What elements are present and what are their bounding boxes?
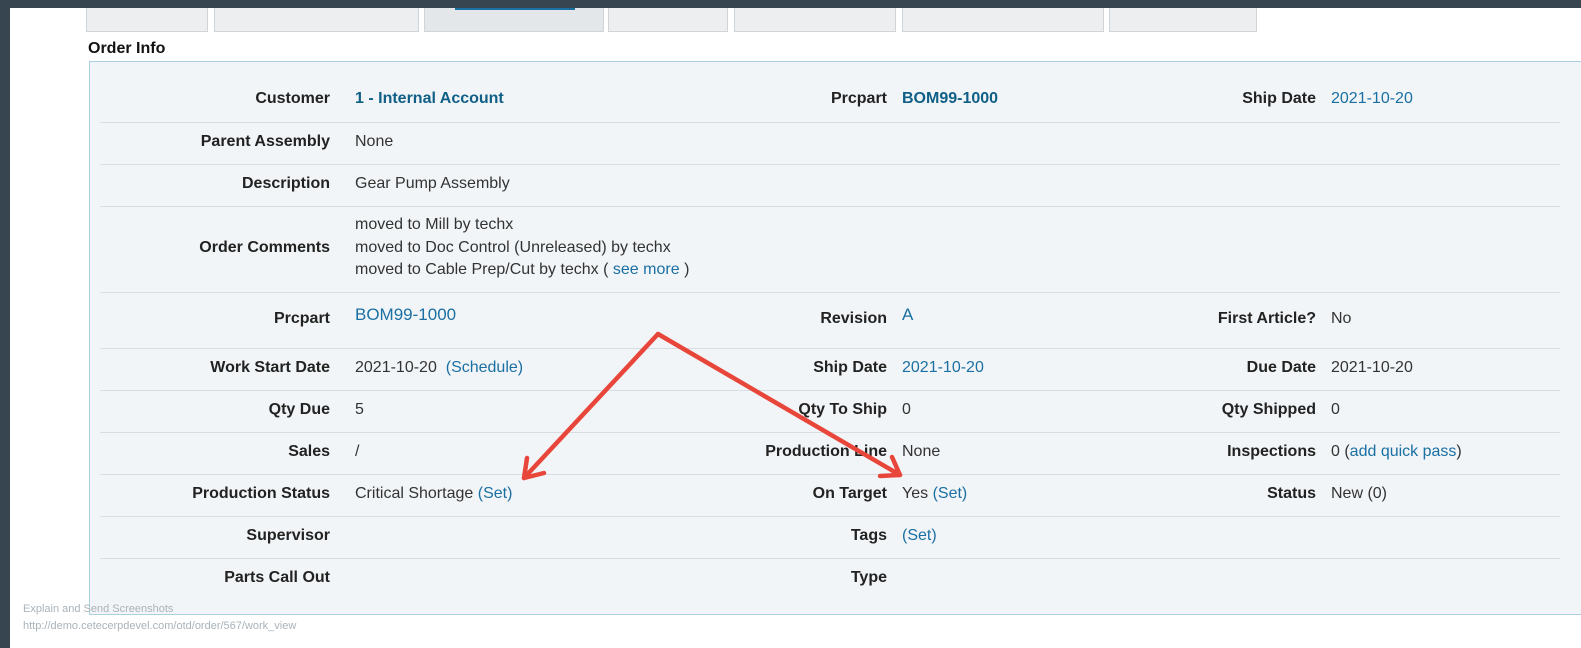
tab[interactable] bbox=[608, 8, 728, 32]
inspections-count: 0 ( bbox=[1331, 443, 1350, 460]
prcpart-link[interactable]: BOM99-1000 bbox=[355, 305, 456, 325]
comment-close-paren: ) bbox=[684, 261, 690, 278]
set-on-target-link[interactable]: (Set) bbox=[933, 485, 968, 502]
first-article-label: First Article? bbox=[1217, 310, 1316, 327]
tab[interactable] bbox=[902, 8, 1104, 32]
table-row: Work Start Date 2021-10-20 (Schedule) Sh… bbox=[100, 348, 1560, 391]
work-start-date-label: Work Start Date bbox=[210, 359, 330, 376]
tab[interactable] bbox=[214, 8, 419, 32]
table-row: Parent Assembly None bbox=[100, 122, 1560, 165]
tab-active[interactable] bbox=[424, 8, 604, 32]
ship-date-label: Ship Date bbox=[813, 359, 887, 376]
comment-line: moved to Mill by techx bbox=[355, 216, 514, 233]
set-tags-link[interactable]: (Set) bbox=[902, 527, 937, 545]
on-target-value: Yes (Set) bbox=[902, 485, 967, 503]
table-row: Prcpart BOM99-1000 Revision A First Arti… bbox=[100, 292, 1560, 349]
qty-due-value: 5 bbox=[355, 401, 364, 418]
prcpart-label: Prcpart bbox=[273, 310, 330, 327]
comment-line-text: moved to Cable Prep/Cut by techx ( bbox=[355, 261, 609, 278]
qty-shipped-value: 0 bbox=[1331, 401, 1340, 418]
comment-line: moved to Cable Prep/Cut by techx ( see m… bbox=[355, 259, 689, 282]
work-start-date-text: 2021-10-20 bbox=[355, 359, 437, 376]
production-status-label: Production Status bbox=[192, 485, 330, 502]
table-row: Customer 1 - Internal Account Prcpart BO… bbox=[100, 62, 1560, 123]
parent-assembly-label: Parent Assembly bbox=[200, 133, 330, 150]
qty-to-ship-label: Qty To Ship bbox=[798, 401, 887, 418]
section-title: Order Info bbox=[88, 40, 166, 57]
on-target-text: Yes bbox=[902, 485, 929, 502]
page: Order Info Customer 1 - Internal Account… bbox=[10, 8, 1581, 648]
revision-link[interactable]: A bbox=[902, 305, 913, 325]
inspections-value: 0 (add quick pass) bbox=[1331, 443, 1462, 461]
table-row: Supervisor Tags (Set) bbox=[100, 516, 1560, 559]
due-date-label: Due Date bbox=[1246, 359, 1316, 376]
tab[interactable] bbox=[86, 8, 208, 32]
table-row: Sales / Production Line None Inspections… bbox=[100, 432, 1560, 475]
table-row: Parts Call Out Type bbox=[100, 558, 1560, 600]
description-value: Gear Pump Assembly bbox=[355, 175, 510, 192]
revision-label: Revision bbox=[820, 310, 887, 327]
tab[interactable] bbox=[734, 8, 896, 32]
sales-label: Sales bbox=[288, 443, 330, 460]
prcpart-label: Prcpart bbox=[830, 90, 887, 107]
type-label: Type bbox=[850, 569, 887, 586]
inspections-label: Inspections bbox=[1227, 443, 1316, 460]
customer-label: Customer bbox=[255, 90, 330, 107]
work-start-date-value: 2021-10-20 (Schedule) bbox=[355, 359, 523, 377]
first-article-value: No bbox=[1331, 310, 1352, 327]
ship-date-link[interactable]: 2021-10-20 bbox=[902, 359, 984, 377]
customer-link[interactable]: 1 - Internal Account bbox=[355, 90, 504, 108]
production-status-value: Critical Shortage (Set) bbox=[355, 485, 512, 503]
due-date-value: 2021-10-20 bbox=[1331, 359, 1413, 376]
production-status-text: Critical Shortage bbox=[355, 485, 474, 502]
on-target-label: On Target bbox=[812, 485, 887, 502]
tab-strip bbox=[86, 8, 1266, 32]
ship-date-label: Ship Date bbox=[1242, 90, 1316, 107]
see-more-link[interactable]: see more bbox=[613, 261, 680, 278]
parent-assembly-value: None bbox=[355, 133, 394, 150]
tab[interactable] bbox=[1109, 8, 1257, 32]
qty-shipped-label: Qty Shipped bbox=[1221, 401, 1316, 418]
schedule-link[interactable]: (Schedule) bbox=[446, 359, 523, 376]
production-line-value: None bbox=[902, 443, 941, 460]
inspections-close-paren: ) bbox=[1456, 443, 1462, 460]
ship-date-link[interactable]: 2021-10-20 bbox=[1331, 90, 1413, 108]
supervisor-label: Supervisor bbox=[246, 527, 330, 544]
tags-label: Tags bbox=[850, 527, 887, 544]
description-label: Description bbox=[241, 175, 330, 192]
screenshot-url-caption: http://demo.cetecerpdevel.com/otd/order/… bbox=[23, 620, 297, 632]
status-label: Status bbox=[1267, 485, 1316, 502]
set-production-status-link[interactable]: (Set) bbox=[478, 485, 513, 502]
status-value: New (0) bbox=[1331, 485, 1388, 502]
order-comments-value: moved to Mill by techx moved to Doc Cont… bbox=[355, 214, 689, 282]
add-quick-pass-link[interactable]: add quick pass bbox=[1350, 443, 1457, 460]
table-row: Production Status Critical Shortage (Set… bbox=[100, 474, 1560, 517]
table-row: Description Gear Pump Assembly bbox=[100, 164, 1560, 207]
parts-call-out-label: Parts Call Out bbox=[224, 569, 330, 586]
comment-line: moved to Doc Control (Unreleased) by tec… bbox=[355, 238, 671, 256]
screenshot-tool-caption: Explain and Send Screenshots bbox=[23, 603, 174, 615]
qty-due-label: Qty Due bbox=[268, 401, 330, 418]
production-line-label: Production Line bbox=[765, 443, 887, 460]
sales-value: / bbox=[355, 443, 360, 460]
table-row: Qty Due 5 Qty To Ship 0 Qty Shipped 0 bbox=[100, 390, 1560, 433]
prcpart-link[interactable]: BOM99-1000 bbox=[902, 90, 998, 108]
table-row: Order Comments moved to Mill by techx mo… bbox=[100, 206, 1560, 293]
qty-to-ship-value: 0 bbox=[902, 401, 911, 418]
order-info-panel: Customer 1 - Internal Account Prcpart BO… bbox=[89, 61, 1581, 615]
order-comments-label: Order Comments bbox=[199, 239, 330, 256]
